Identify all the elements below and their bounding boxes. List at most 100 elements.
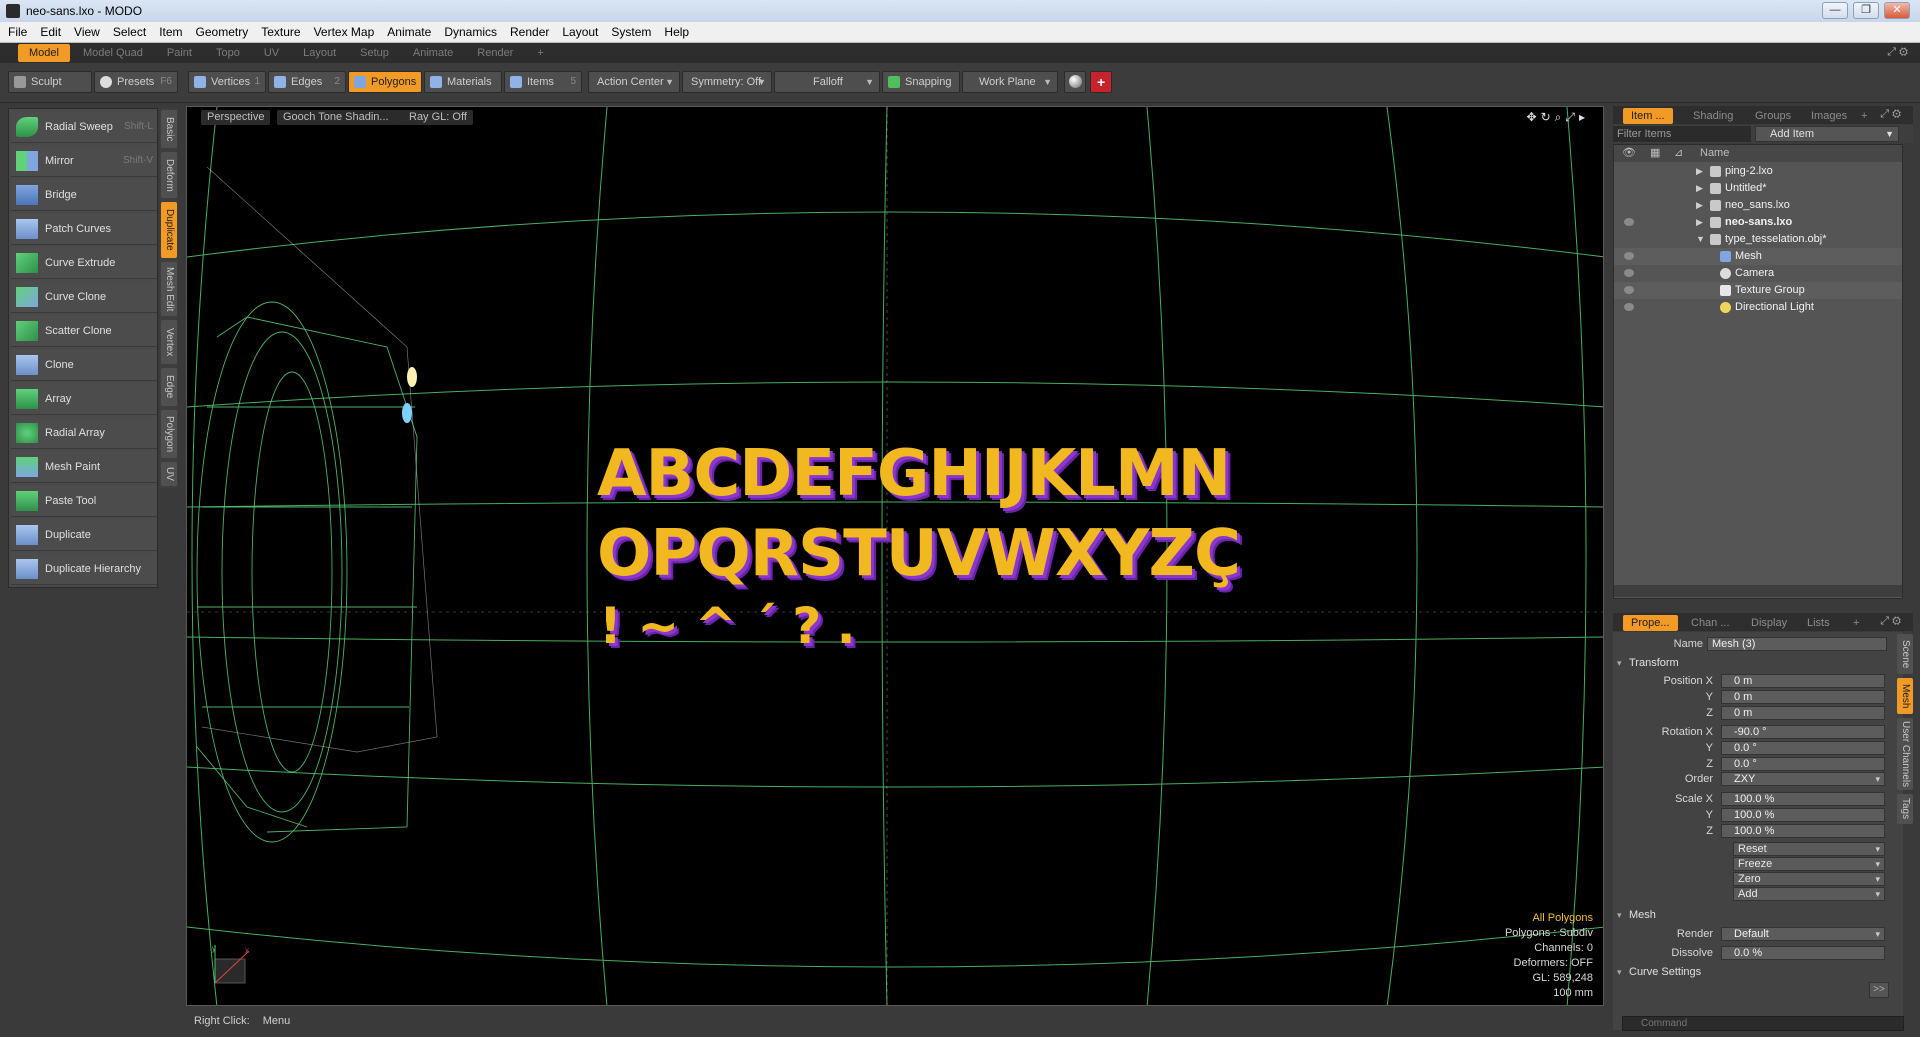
- menu-layout[interactable]: Layout: [562, 25, 598, 39]
- menu-view[interactable]: View: [74, 25, 100, 39]
- materials-button[interactable]: Materials: [424, 71, 502, 93]
- visibility-column-icon[interactable]: 👁: [1622, 145, 1636, 162]
- tool-mesh-paint[interactable]: Mesh Paint: [11, 451, 157, 483]
- tab-shading[interactable]: Shading: [1685, 108, 1741, 124]
- tab-render[interactable]: Render: [466, 44, 524, 62]
- tab-item-list[interactable]: Item ...: [1623, 108, 1673, 124]
- menu-texture[interactable]: Texture: [261, 25, 300, 39]
- tool-duplicate-hierarchy[interactable]: Duplicate Hierarchy: [11, 553, 157, 585]
- close-button[interactable]: ✕: [1884, 2, 1910, 19]
- expand-arrow-icon[interactable]: ▶: [1696, 197, 1703, 214]
- dissolve-field[interactable]: 0.0 %: [1721, 946, 1885, 960]
- item-list-scrollbar[interactable]: [1614, 585, 1902, 597]
- menu-help[interactable]: Help: [664, 25, 689, 39]
- tab-images[interactable]: Images: [1803, 108, 1855, 124]
- add-dropdown[interactable]: Add: [1733, 887, 1885, 901]
- visibility-eye-icon[interactable]: [1624, 286, 1634, 294]
- tab-layout[interactable]: Layout: [292, 44, 347, 62]
- mesh-section[interactable]: Mesh: [1617, 908, 1897, 923]
- scale-y-field[interactable]: 100.0 %: [1721, 808, 1885, 822]
- freeze-dropdown[interactable]: Freeze: [1733, 857, 1885, 871]
- tool-scatter-clone[interactable]: Scatter Clone: [11, 315, 157, 347]
- shading-mode-dropdown[interactable]: Gooch Tone Shadin...: [277, 110, 395, 125]
- visibility-eye-icon[interactable]: [1624, 218, 1634, 226]
- expand-more-button[interactable]: >>: [1869, 982, 1889, 998]
- tool-bridge[interactable]: Bridge: [11, 179, 157, 211]
- type-mesh-line-3[interactable]: ! ~ ^ ´ ? .: [599, 597, 856, 655]
- tool-radial-sweep[interactable]: Radial Sweep Shift-L: [11, 111, 157, 143]
- visibility-eye-icon[interactable]: [1624, 269, 1634, 277]
- items-button[interactable]: Items 5: [504, 71, 582, 93]
- transform-section[interactable]: Transform: [1617, 656, 1897, 671]
- menu-animate[interactable]: Animate: [387, 25, 431, 39]
- vertices-button[interactable]: Vertices 1: [188, 71, 266, 93]
- expand-arrow-icon[interactable]: ▶: [1696, 163, 1703, 180]
- rotation-x-field[interactable]: -90.0 °: [1721, 725, 1885, 739]
- tab-properties[interactable]: Prope...: [1623, 615, 1678, 631]
- tab-setup[interactable]: Setup: [349, 44, 400, 62]
- tool-mirror[interactable]: Mirror Shift-V: [11, 145, 157, 177]
- scale-z-field[interactable]: 100.0 %: [1721, 824, 1885, 838]
- collapse-arrow-icon[interactable]: ▼: [1696, 231, 1705, 248]
- 3d-viewport[interactable]: ABCDEFGHIJKLMN OPQRSTUVWXYZÇ ! ~ ^ ´ ? .…: [186, 106, 1604, 1006]
- panel-options-icon[interactable]: ⤢ ⚙: [1880, 615, 1901, 628]
- tab-user-channels[interactable]: User Channels: [1897, 718, 1913, 790]
- command-input[interactable]: Command: [1622, 1016, 1904, 1031]
- sculpt-button[interactable]: Sculpt: [8, 71, 92, 93]
- tab-channels[interactable]: Chan ...: [1683, 615, 1738, 631]
- viewport-nav-icons[interactable]: ✥↻⌕⤢▸: [1527, 110, 1589, 125]
- tool-paste[interactable]: Paste Tool: [11, 485, 157, 517]
- action-center-dropdown[interactable]: Action Center ▼: [588, 71, 680, 93]
- add-tab-button[interactable]: +: [526, 44, 554, 62]
- tool-curve-extrude[interactable]: Curve Extrude: [11, 247, 157, 279]
- name-field[interactable]: Mesh (3): [1707, 637, 1887, 651]
- item-row[interactable]: ▶ ping-2.lxo: [1614, 163, 1902, 180]
- menu-select[interactable]: Select: [113, 25, 146, 39]
- item-row[interactable]: Mesh: [1614, 248, 1902, 265]
- tab-tags[interactable]: Tags: [1897, 794, 1913, 824]
- tab-deform[interactable]: Deform: [161, 152, 177, 198]
- expand-arrow-icon[interactable]: ▶: [1696, 180, 1703, 197]
- tab-animate[interactable]: Animate: [402, 44, 464, 62]
- position-z-field[interactable]: 0 m: [1721, 706, 1885, 720]
- tab-uv[interactable]: UV: [161, 462, 177, 486]
- tab-groups[interactable]: Groups: [1747, 108, 1799, 124]
- panel-splitter[interactable]: [1613, 600, 1913, 610]
- tab-basic[interactable]: Basic: [161, 110, 177, 148]
- menu-system[interactable]: System: [611, 25, 651, 39]
- type-mesh-line-2[interactable]: OPQRSTUVWXYZÇ: [597, 517, 1241, 591]
- type-column-icon[interactable]: ⊿: [1674, 145, 1683, 162]
- item-row[interactable]: Camera: [1614, 265, 1902, 282]
- menu-render[interactable]: Render: [510, 25, 549, 39]
- item-row[interactable]: ▶ neo_sans.lxo: [1614, 197, 1902, 214]
- presets-button[interactable]: Presets F6: [94, 71, 178, 93]
- add-button[interactable]: +: [1090, 71, 1112, 93]
- zero-dropdown[interactable]: Zero: [1733, 872, 1885, 886]
- layout-options-icon[interactable]: ⤢ ⚙: [1887, 46, 1908, 59]
- item-row[interactable]: Directional Light: [1614, 299, 1902, 316]
- visibility-eye-icon[interactable]: [1624, 252, 1634, 260]
- tab-display[interactable]: Display: [1743, 615, 1795, 631]
- item-row[interactable]: ▼ type_tesselation.obj*: [1614, 231, 1902, 248]
- name-column-header[interactable]: Name: [1700, 145, 1729, 162]
- tool-patch-curves[interactable]: Patch Curves: [11, 213, 157, 245]
- tab-paint[interactable]: Paint: [156, 44, 203, 62]
- tab-scene[interactable]: Scene: [1897, 634, 1913, 674]
- add-panel-tab-button[interactable]: +: [1853, 108, 1875, 124]
- menu-item[interactable]: Item: [159, 25, 182, 39]
- tool-duplicate[interactable]: Duplicate: [11, 519, 157, 551]
- menu-file[interactable]: File: [8, 25, 27, 39]
- tab-uv[interactable]: UV: [253, 44, 290, 62]
- tool-curve-clone[interactable]: Curve Clone: [11, 281, 157, 313]
- tab-edge[interactable]: Edge: [161, 368, 177, 406]
- tab-topo[interactable]: Topo: [205, 44, 251, 62]
- curve-settings-section[interactable]: Curve Settings: [1617, 965, 1897, 980]
- menu-edit[interactable]: Edit: [40, 25, 61, 39]
- tab-mesh-edit[interactable]: Mesh Edit: [161, 262, 177, 316]
- raygl-toggle[interactable]: Ray GL: Off: [393, 110, 473, 125]
- add-item-dropdown[interactable]: Add Item ▼: [1755, 126, 1899, 142]
- falloff-dropdown[interactable]: Falloff ▼: [774, 71, 880, 93]
- tool-clone[interactable]: Clone: [11, 349, 157, 381]
- reset-dropdown[interactable]: Reset: [1733, 842, 1885, 856]
- position-x-field[interactable]: 0 m: [1721, 674, 1885, 688]
